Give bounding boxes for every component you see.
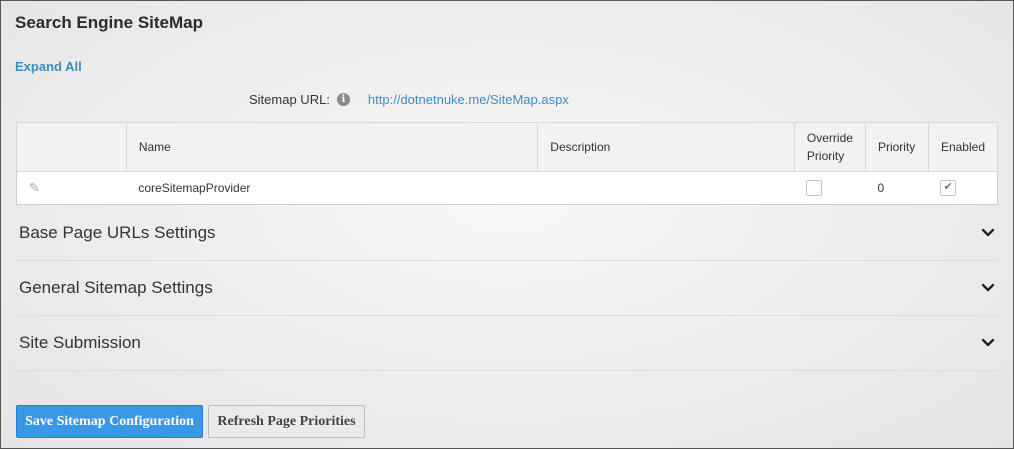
section-label: Site Submission: [19, 333, 141, 352]
section-base-page-urls[interactable]: Base Page URLs Settings: [16, 206, 998, 261]
edit-column-header: [16, 122, 127, 172]
sitemap-url-row: Sitemap URL: i http://dotnetnuke.me/Site…: [249, 92, 569, 107]
override-priority-checkbox[interactable]: [806, 180, 823, 196]
section-general-sitemap[interactable]: General Sitemap Settings: [16, 261, 998, 316]
chevron-down-icon: [981, 228, 995, 237]
expand-all-link[interactable]: Expand All: [15, 59, 82, 74]
sitemap-url-link[interactable]: http://dotnetnuke.me/SiteMap.aspx: [368, 92, 569, 107]
section-site-submission[interactable]: Site Submission: [16, 316, 998, 371]
pencil-icon[interactable]: ✎: [29, 180, 40, 195]
name-column-header: Name: [125, 122, 539, 172]
provider-name: coreSitemapProvider: [126, 171, 538, 205]
page-title: Search Engine SiteMap: [15, 13, 203, 32]
edit-cell: ✎: [16, 171, 127, 205]
table-row: ✎ coreSitemapProvider 0: [16, 171, 998, 205]
override-priority-column-header: Override Priority: [793, 122, 866, 172]
section-label: Base Page URLs Settings: [19, 223, 216, 242]
override-priority-cell: [794, 171, 866, 205]
override-label: Override: [806, 131, 853, 145]
provider-description: [537, 171, 795, 205]
save-sitemap-configuration-button[interactable]: Save Sitemap Configuration: [16, 405, 203, 438]
priority-label: Priority: [806, 149, 845, 163]
providers-table: Name Description Override Priority Prior…: [16, 122, 999, 205]
refresh-page-priorities-button[interactable]: Refresh Page Priorities: [208, 405, 365, 438]
sitemap-panel: Search Engine SiteMap Expand All Sitemap…: [0, 0, 1014, 449]
sitemap-url-label: Sitemap URL:: [249, 92, 330, 107]
enabled-checkbox[interactable]: [940, 180, 957, 196]
info-icon[interactable]: i: [336, 93, 350, 106]
chevron-down-icon: [981, 338, 995, 347]
enabled-cell: [928, 171, 998, 205]
table-header-row: Name Description Override Priority Prior…: [16, 122, 999, 172]
enabled-column-header: Enabled: [927, 122, 999, 172]
chevron-down-icon: [981, 283, 995, 292]
section-label: General Sitemap Settings: [19, 278, 213, 297]
provider-priority: 0: [865, 171, 929, 205]
description-column-header: Description: [537, 122, 795, 172]
priority-column-header: Priority: [864, 122, 929, 172]
